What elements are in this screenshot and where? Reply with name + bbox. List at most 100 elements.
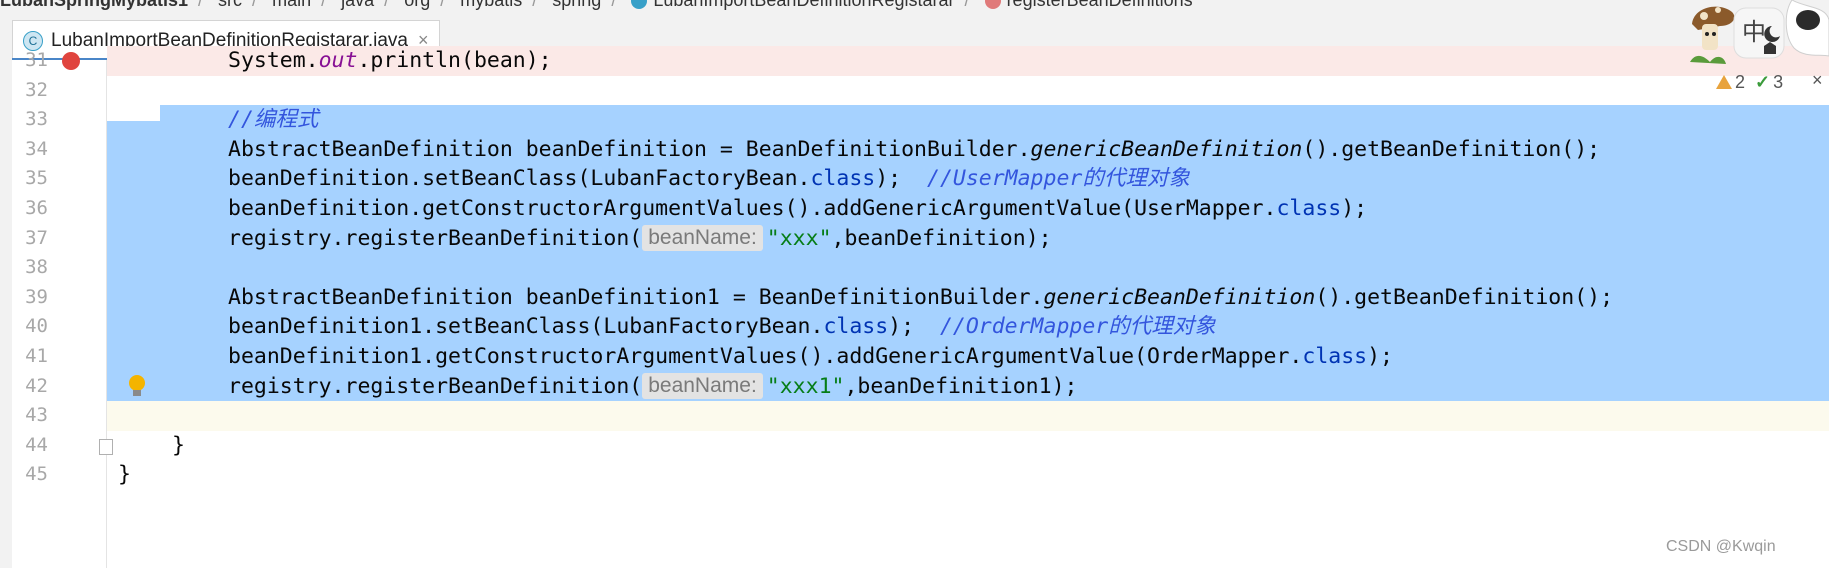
line-number: 43 [25, 404, 48, 427]
code-line[interactable]: 35 beanDefinition.setBeanClass(LubanFacto… [0, 164, 1829, 194]
code-text: AbstractBeanDefinition beanDefinition = … [228, 135, 1600, 165]
line-number: 39 [25, 285, 48, 308]
code-comment: //OrderMapper的代理对象 [939, 314, 1216, 340]
line-number: 42 [25, 374, 48, 397]
code-token: ().getBeanDefinition(); [1302, 136, 1601, 162]
code-line[interactable]: 41 beanDefinition1.getConstructorArgument… [0, 342, 1829, 372]
code-token: } [172, 432, 185, 458]
class-icon [631, 0, 648, 10]
code-text: //编程式 [228, 105, 318, 135]
line-number: 33 [25, 108, 48, 131]
breadcrumb-mybatis[interactable]: mybatis [460, 0, 522, 11]
code-token: ); [888, 314, 940, 340]
breadcrumb-separator: / [384, 0, 390, 10]
breadcrumb-spring[interactable]: spring [552, 0, 601, 11]
code-token: ().getBeanDefinition(); [1315, 284, 1614, 310]
code-text: beanDefinition.getConstructorArgumentVal… [228, 194, 1367, 224]
code-token: registry.registerBeanDefinition( [228, 373, 643, 399]
code-text: registry.registerBeanDefinition(beanName… [228, 372, 1077, 402]
breadcrumb-project[interactable]: LubanSpringMybatis1 [0, 0, 188, 11]
code-token: AbstractBeanDefinition beanDefinition1 =… [228, 284, 1044, 310]
line-number: 32 [25, 78, 48, 101]
code-token: AbstractBeanDefinition beanDefinition = … [228, 136, 1031, 162]
code-editor[interactable]: 31 System.out.println(bean); 32 33 //编程式 34 Ab… [0, 46, 1829, 568]
code-line[interactable]: 43 [0, 401, 1829, 431]
fold-marker-icon[interactable] [99, 438, 113, 455]
code-line[interactable]: 42 registry.registerBeanDefinition(beanNa… [0, 371, 1829, 402]
breadcrumb-separator: / [611, 0, 617, 10]
code-token: registry.registerBeanDefinition( [228, 225, 643, 251]
watermark: CSDN @Kwqin [1666, 538, 1776, 555]
breadcrumb-org[interactable]: org [404, 0, 430, 11]
line-number: 35 [25, 167, 48, 190]
code-text: AbstractBeanDefinition beanDefinition1 =… [228, 283, 1613, 313]
parameter-hint: beanName: [642, 372, 763, 399]
code-comment: //UserMapper的代理对象 [927, 166, 1190, 192]
code-token: ,beanDefinition1); [844, 373, 1078, 399]
breadcrumb-separator: / [321, 0, 327, 10]
code-token: beanDefinition1.setBeanClass(LubanFactor… [228, 314, 824, 340]
keyword: class [1302, 344, 1368, 369]
breadcrumb-separator: / [964, 0, 970, 10]
keyword: class [810, 166, 876, 192]
breadcrumb-separator: / [252, 0, 258, 10]
code-line[interactable]: 34 AbstractBeanDefinition beanDefinition … [0, 134, 1829, 165]
line-number: 44 [25, 433, 48, 456]
line-number: 38 [25, 256, 48, 279]
breadcrumb-main[interactable]: main [272, 0, 311, 11]
breadcrumb-method[interactable]: registerBeanDefinitions [1007, 0, 1193, 11]
code-token: System. [228, 48, 319, 73]
code-line[interactable]: 45} [0, 460, 1829, 490]
line-number: 31 [25, 49, 48, 71]
code-token: out [318, 48, 358, 73]
string-literal: "xxx1" [766, 373, 845, 399]
breadcrumb-separator: / [198, 0, 204, 10]
caret-line-highlight [107, 401, 1829, 431]
breadcrumb-src[interactable]: src [218, 0, 242, 11]
code-line[interactable]: 37 registry.registerBeanDefinition(beanNa… [0, 223, 1829, 254]
code-token: ); [875, 166, 927, 192]
keyword: class [1276, 196, 1342, 221]
breadcrumb-separator: / [532, 0, 538, 10]
code-token: .println(bean); [357, 48, 552, 73]
code-token: ,beanDefinition); [831, 225, 1052, 251]
code-token: beanDefinition.getConstructorArgumentVal… [228, 196, 1277, 221]
code-text: System.out.println(bean); [228, 46, 552, 76]
line-number: 37 [25, 226, 48, 249]
selection-highlight [107, 121, 1829, 135]
breadcrumb-java[interactable]: java [341, 0, 374, 11]
code-token: beanDefinition.setBeanClass(LubanFactory… [228, 166, 811, 192]
code-token: genericBeanDefinition [1043, 284, 1316, 310]
code-line[interactable]: 33 //编程式 [0, 105, 1829, 135]
method-icon [984, 0, 1001, 10]
parameter-hint: beanName: [642, 224, 763, 251]
line-number: 40 [25, 315, 48, 338]
bulb-base [133, 389, 141, 396]
breakpoint-icon[interactable] [62, 51, 80, 70]
line-number: 45 [25, 463, 48, 486]
code-token: ); [1367, 344, 1393, 369]
code-line[interactable]: 39 AbstractBeanDefinition beanDefinition1… [0, 282, 1829, 313]
code-line[interactable]: 32 [0, 76, 1829, 106]
code-line[interactable]: 36 beanDefinition.getConstructorArgumentV… [0, 194, 1829, 224]
breadcrumb: LubanSpringMybatis1 / src / main / java / or… [0, 0, 1829, 14]
code-line[interactable]: 40 beanDefinition1.setBeanClass(LubanFact… [0, 312, 1829, 342]
intention-bulb-icon[interactable] [128, 374, 146, 401]
code-text: registry.registerBeanDefinition(beanName… [228, 224, 1052, 254]
code-text: } [172, 431, 185, 461]
code-comment: //编程式 [228, 107, 319, 133]
code-text: beanDefinition1.getConstructorArgumentVa… [228, 342, 1393, 372]
code-text: beanDefinition1.setBeanClass(LubanFactor… [228, 312, 1216, 342]
breadcrumb-separator: / [440, 0, 446, 10]
code-line[interactable]: 38 [0, 253, 1829, 283]
keyword: class [823, 314, 889, 340]
code-token: ); [1341, 196, 1368, 221]
code-token: } [118, 462, 131, 488]
bulb-glass [129, 374, 145, 391]
code-line[interactable]: 31 System.out.println(bean); [0, 46, 1829, 76]
code-line[interactable]: 44} [0, 431, 1829, 461]
mascot-sticker: 中 [1680, 0, 1829, 78]
code-token: genericBeanDefinition [1030, 136, 1303, 162]
line-number: 41 [25, 345, 48, 367]
breadcrumb-class[interactable]: LubanImportBeanDefinitionRegistarar [653, 0, 954, 11]
